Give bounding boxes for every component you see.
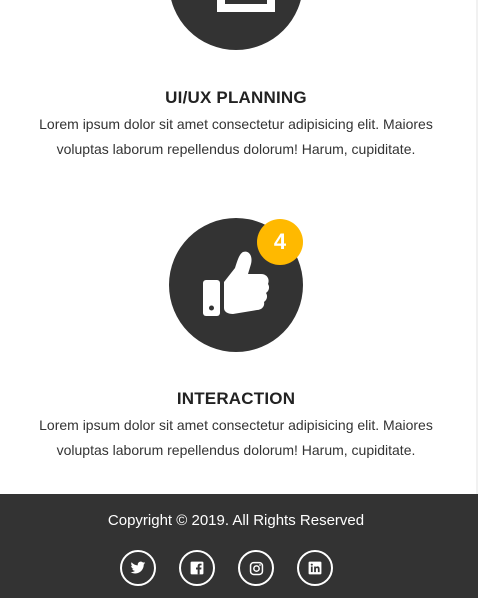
instagram-icon [249,561,263,575]
desk-icon [217,0,275,12]
feature-icon-circle [169,0,303,50]
copyright-text: Copyright © 2019. All Rights Reserved [107,512,365,529]
instagram-link[interactable] [238,550,274,586]
linkedin-icon [308,561,322,575]
feature-title: INTERACTION [176,389,296,408]
facebook-link[interactable] [179,550,215,586]
footer: Copyright © 2019. All Rights Reserved [0,494,478,598]
notification-badge: 4 [257,219,303,265]
twitter-icon [130,561,146,574]
feature-description-line: Lorem ipsum dolor sit amet consectetur a… [39,116,433,132]
feature-title: UI/UX PLANNING [165,88,307,107]
linkedin-link[interactable] [297,550,333,586]
feature-description-line: voluptas laborum repellendus dolorum! Ha… [56,442,416,458]
facebook-icon [190,561,204,575]
feature-description-line: voluptas laborum repellendus dolorum! Ha… [56,141,416,157]
feature-description: Lorem ipsum dolor sit amet consectetur a… [36,112,436,162]
feature-description: Lorem ipsum dolor sit amet consectetur a… [36,413,436,463]
feature-description-line: Lorem ipsum dolor sit amet consectetur a… [39,417,433,433]
twitter-link[interactable] [120,550,156,586]
